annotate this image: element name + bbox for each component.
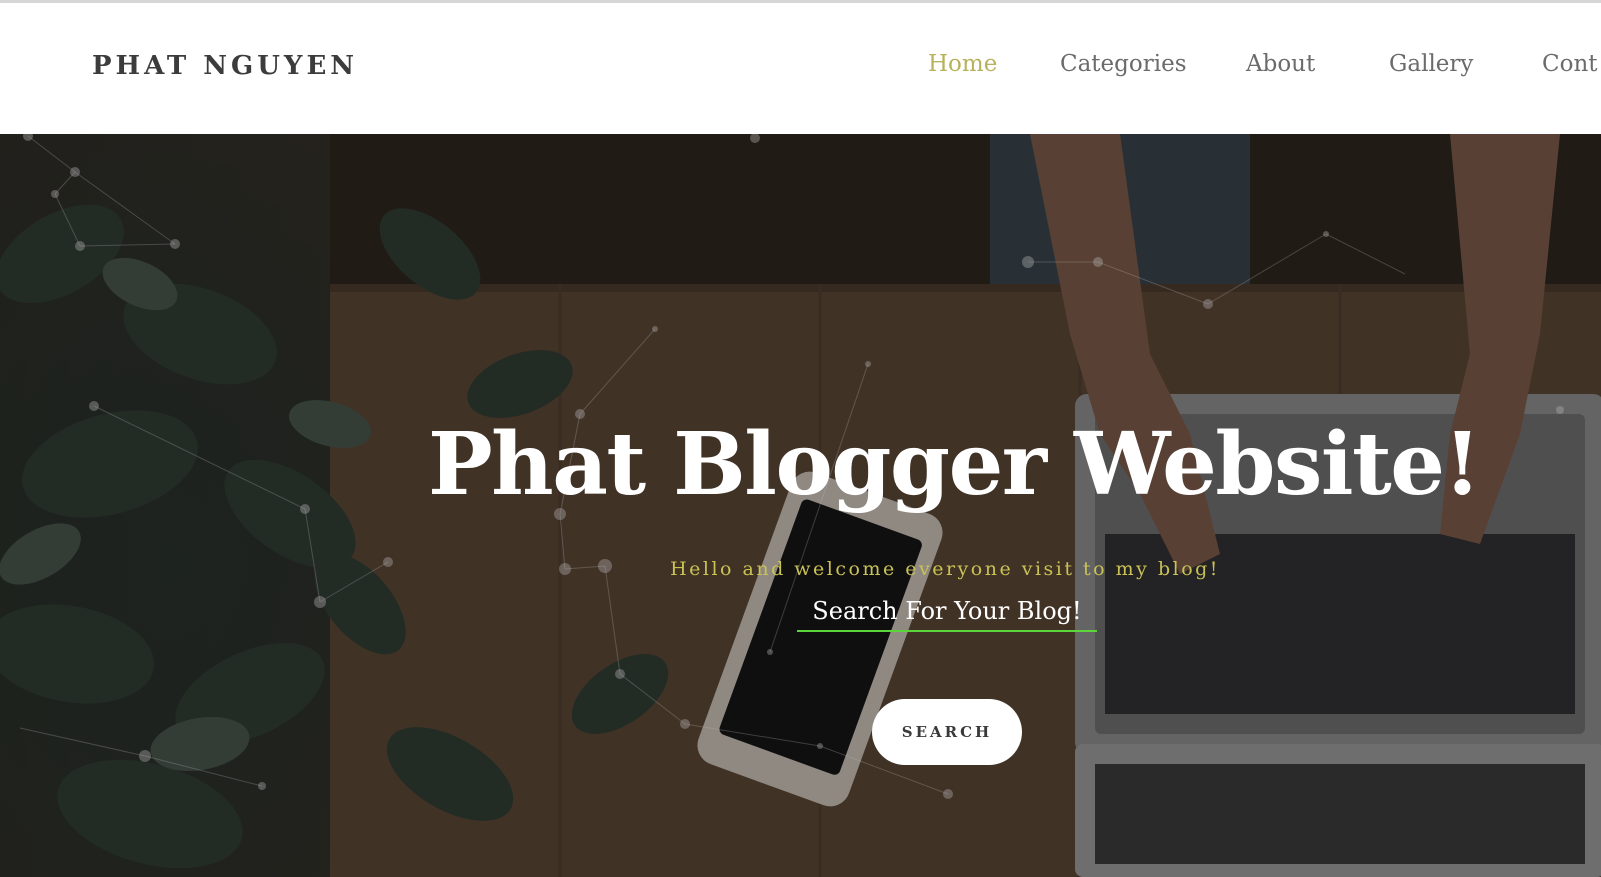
navbar: PHAT NGUYEN Home Categories About Galler… (0, 3, 1601, 134)
nav-link-gallery[interactable]: Gallery (1389, 51, 1473, 77)
nav-link-categories[interactable]: Categories (1060, 51, 1187, 77)
nav-menu: Home Categories About Gallery Cont (0, 51, 1601, 91)
hero-section: Phat Blogger Website! Hello and welcome … (0, 134, 1601, 877)
nav-link-home[interactable]: Home (928, 51, 997, 77)
search-button[interactable]: SEARCH (872, 699, 1022, 765)
hero-title-container: Phat Blogger Website! (428, 410, 1481, 520)
hero-title: Phat Blogger Website! (428, 414, 1481, 515)
nav-link-contact[interactable]: Cont (1542, 51, 1598, 77)
nav-link-about[interactable]: About (1246, 51, 1315, 77)
hero-subtitle: Hello and welcome everyone visit to my b… (670, 558, 1220, 580)
search-input[interactable] (797, 592, 1097, 632)
